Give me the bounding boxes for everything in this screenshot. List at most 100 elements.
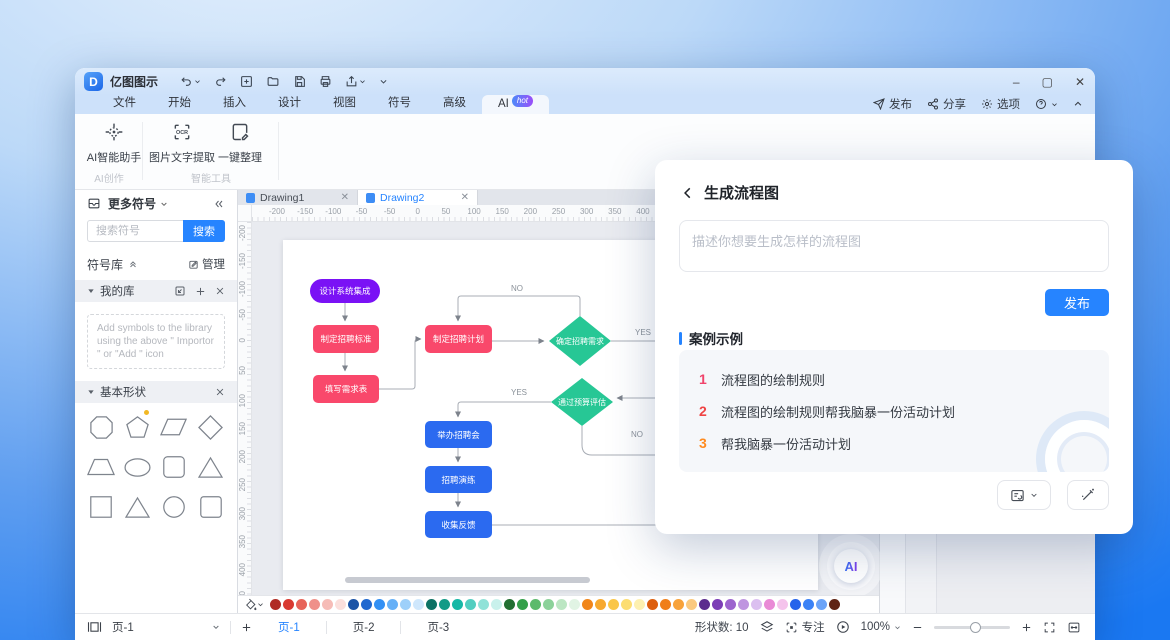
tab-design[interactable]: 设计: [262, 91, 317, 114]
shape-parallelogram[interactable]: [156, 409, 193, 445]
palette-color[interactable]: [777, 599, 788, 610]
customize-toolbar-button[interactable]: [379, 77, 388, 86]
palette-color[interactable]: [400, 599, 411, 610]
palette-color[interactable]: [829, 599, 840, 610]
maximize-button[interactable]: ▢: [1042, 75, 1053, 89]
shape-diamond[interactable]: [193, 409, 230, 445]
flow-node[interactable]: 填写需求表: [313, 375, 379, 403]
palette-color[interactable]: [803, 599, 814, 610]
tab-insert[interactable]: 插入: [207, 91, 262, 114]
shape-rounded-rect[interactable]: [156, 449, 193, 485]
palette-color[interactable]: [478, 599, 489, 610]
page-tab-3[interactable]: 页-3: [411, 619, 465, 635]
tab-file[interactable]: 文件: [97, 91, 152, 114]
shape-square[interactable]: [83, 489, 120, 525]
palette-color[interactable]: [790, 599, 801, 610]
export-button[interactable]: [345, 75, 366, 88]
redo-button[interactable]: [214, 75, 227, 88]
palette-color[interactable]: [738, 599, 749, 610]
page-tab-2[interactable]: 页-2: [337, 619, 391, 635]
palette-color[interactable]: [465, 599, 476, 610]
palette-color[interactable]: [764, 599, 775, 610]
prompt-input[interactable]: [679, 220, 1109, 272]
flow-node[interactable]: 制定招聘计划: [425, 325, 492, 353]
double-chevron-up-icon[interactable]: [128, 259, 138, 269]
doc-tab-drawing2[interactable]: Drawing2 ✕: [358, 190, 478, 205]
page-tab-1[interactable]: 页-1: [262, 619, 316, 635]
palette-color[interactable]: [621, 599, 632, 610]
palette-color[interactable]: [660, 599, 671, 610]
flow-node[interactable]: 招聘演练: [425, 466, 492, 493]
publish-menu-button[interactable]: 发布: [873, 96, 912, 112]
palette-color[interactable]: [322, 599, 333, 610]
one-click-tidy-button[interactable]: 一键整理: [201, 122, 279, 165]
palette-color[interactable]: [504, 599, 515, 610]
close-tab-icon[interactable]: ✕: [461, 192, 469, 203]
palette-color[interactable]: [751, 599, 762, 610]
share-menu-button[interactable]: 分享: [927, 96, 966, 112]
publish-button[interactable]: 发布: [1045, 289, 1109, 316]
back-icon[interactable]: [681, 186, 695, 200]
template-picker-button[interactable]: [997, 480, 1051, 510]
palette-color[interactable]: [426, 599, 437, 610]
zoom-in-icon[interactable]: [1021, 622, 1032, 633]
layers-icon[interactable]: [760, 620, 774, 634]
basic-shapes-section[interactable]: 基本形状: [75, 381, 237, 403]
tab-view[interactable]: 视图: [317, 91, 372, 114]
add-page-icon[interactable]: [241, 622, 252, 633]
save-button[interactable]: [293, 75, 306, 88]
palette-color[interactable]: [517, 599, 528, 610]
chevron-down-icon[interactable]: [160, 200, 168, 208]
presentation-play-icon[interactable]: [836, 620, 850, 634]
close-icon[interactable]: [215, 387, 225, 397]
tab-advanced[interactable]: 高级: [427, 91, 482, 114]
manage-library-button[interactable]: 管理: [202, 256, 225, 272]
palette-color[interactable]: [309, 599, 320, 610]
print-button[interactable]: [319, 75, 332, 88]
undo-button[interactable]: [180, 75, 201, 88]
import-icon[interactable]: [174, 285, 186, 297]
example-item[interactable]: 3 帮我脑暴一份活动计划: [699, 427, 1089, 459]
example-item[interactable]: 1 流程图的绘制规则: [699, 363, 1089, 395]
palette-color[interactable]: [647, 599, 658, 610]
ai-floating-button[interactable]: AI: [819, 534, 883, 598]
palette-color[interactable]: [348, 599, 359, 610]
palette-color[interactable]: [543, 599, 554, 610]
palette-color[interactable]: [491, 599, 502, 610]
palette-color[interactable]: [452, 599, 463, 610]
shape-pentagon[interactable]: [120, 409, 157, 445]
palette-color[interactable]: [569, 599, 580, 610]
palette-color[interactable]: [270, 599, 281, 610]
flow-node-start[interactable]: 设计系统集成: [310, 279, 380, 303]
shape-octagon[interactable]: [83, 409, 120, 445]
palette-color[interactable]: [634, 599, 645, 610]
palette-color[interactable]: [374, 599, 385, 610]
palette-color[interactable]: [725, 599, 736, 610]
tab-home[interactable]: 开始: [152, 91, 207, 114]
palette-color[interactable]: [361, 599, 372, 610]
focus-mode-button[interactable]: 专注: [785, 619, 825, 635]
zoom-out-icon[interactable]: [912, 622, 923, 633]
shape-ellipse[interactable]: [120, 449, 157, 485]
shape-rounded-square[interactable]: [193, 489, 230, 525]
palette-color[interactable]: [686, 599, 697, 610]
zoom-slider-knob[interactable]: [970, 622, 981, 633]
my-library-section[interactable]: 我的库: [75, 280, 237, 302]
close-icon[interactable]: [215, 286, 225, 296]
palette-color[interactable]: [556, 599, 567, 610]
palette-color[interactable]: [673, 599, 684, 610]
palette-color[interactable]: [387, 599, 398, 610]
palette-color[interactable]: [413, 599, 424, 610]
collapse-sidebar-icon[interactable]: [213, 198, 225, 210]
search-button[interactable]: 搜索: [183, 220, 225, 242]
collapse-ribbon-button[interactable]: [1073, 99, 1083, 109]
close-button[interactable]: ✕: [1075, 75, 1085, 89]
minimize-button[interactable]: –: [1013, 75, 1020, 89]
palette-color[interactable]: [582, 599, 593, 610]
fullscreen-icon[interactable]: [1043, 621, 1056, 634]
doc-tab-drawing1[interactable]: Drawing1 ✕: [238, 190, 358, 205]
palette-color[interactable]: [699, 599, 710, 610]
fit-width-icon[interactable]: [1067, 621, 1081, 634]
zoom-slider[interactable]: [934, 626, 1010, 629]
page-overview-icon[interactable]: [87, 621, 102, 633]
